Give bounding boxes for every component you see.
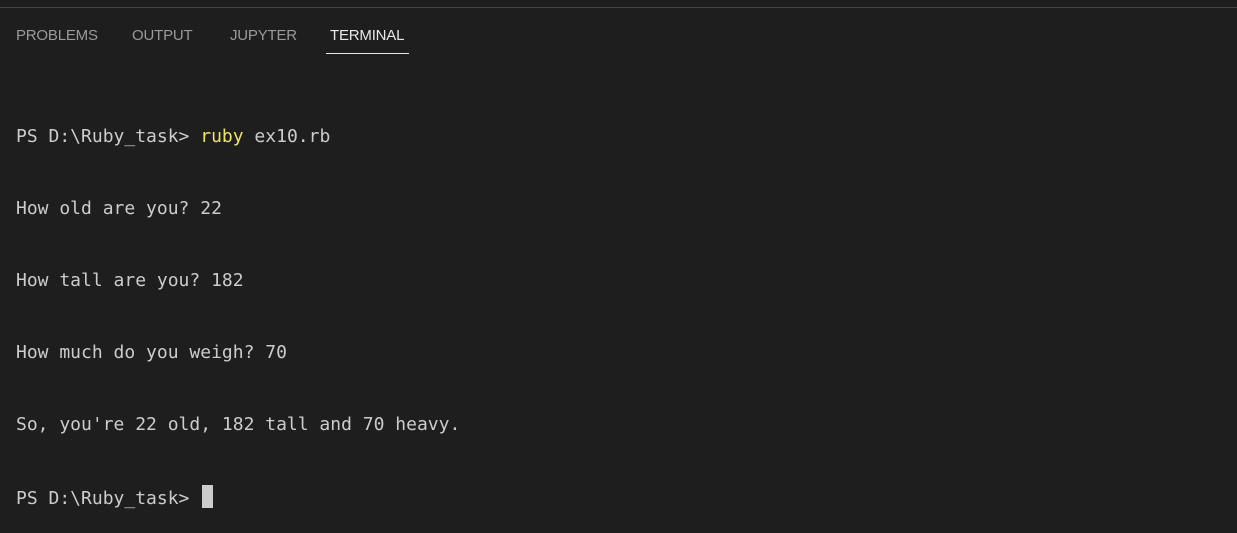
terminal-command-args: ex10.rb bbox=[243, 126, 331, 147]
tab-terminal[interactable]: TERMINAL bbox=[330, 27, 404, 44]
terminal-line: So, you're 22 old, 182 tall and 70 heavy… bbox=[16, 414, 461, 435]
panel-tab-bar: PROBLEMS OUTPUT JUPYTER TERMINAL bbox=[0, 8, 1237, 58]
terminal-line: PS D:\Ruby_task> ruby ex10.rb bbox=[16, 125, 1221, 149]
terminal-prompt: PS D:\Ruby_task> bbox=[16, 488, 201, 509]
active-tab-indicator bbox=[326, 53, 409, 54]
tab-jupyter[interactable]: JUPYTER bbox=[230, 27, 297, 44]
terminal-prompt: PS D:\Ruby_task> bbox=[16, 126, 201, 147]
terminal-line: How much do you weigh? 70 bbox=[16, 342, 287, 363]
terminal-line: How tall are you? 182 bbox=[16, 270, 244, 291]
terminal-cursor bbox=[202, 485, 214, 508]
terminal-line: PS D:\Ruby_task> bbox=[16, 485, 1221, 509]
terminal-command: ruby bbox=[200, 126, 244, 147]
tab-output[interactable]: OUTPUT bbox=[132, 27, 193, 44]
tab-problems[interactable]: PROBLEMS bbox=[16, 27, 98, 44]
terminal-line: How old are you? 22 bbox=[16, 198, 222, 219]
terminal-output[interactable]: PS D:\Ruby_task> ruby ex10.rb How old ar… bbox=[16, 77, 1221, 509]
